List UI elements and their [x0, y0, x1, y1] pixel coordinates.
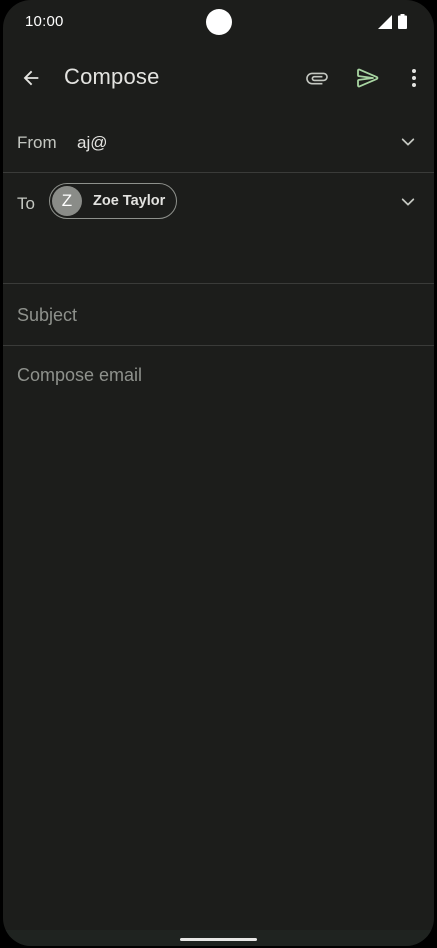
send-button[interactable]	[352, 62, 384, 94]
more-options-button[interactable]	[402, 62, 426, 94]
attach-button[interactable]	[301, 62, 333, 94]
from-address[interactable]: aj@	[77, 133, 108, 153]
more-vert-icon	[412, 69, 416, 87]
avatar: Z	[52, 186, 82, 216]
to-label: To	[17, 194, 35, 213]
chevron-down-icon	[401, 198, 415, 206]
back-arrow-icon	[23, 70, 39, 86]
to-expand-button[interactable]	[394, 188, 422, 216]
page-title: Compose	[64, 64, 160, 89]
home-handle[interactable]	[180, 938, 257, 941]
navigation-bar	[3, 930, 434, 946]
from-label: From	[17, 133, 57, 152]
chevron-down-icon	[401, 138, 415, 146]
phone-screen: 10:00 Compose From aj@ To Z Zoe Taylor S…	[3, 0, 434, 946]
to-field[interactable]: To Z Zoe Taylor	[3, 172, 434, 283]
subject-field	[3, 284, 434, 345]
signal-icon	[378, 15, 392, 29]
from-field[interactable]: From aj@	[3, 112, 434, 172]
app-bar: Compose	[3, 48, 434, 108]
subject-input[interactable]	[17, 302, 417, 328]
back-button[interactable]	[15, 62, 47, 94]
status-bar: 10:00	[3, 0, 434, 44]
recipient-name: Zoe Taylor	[93, 193, 166, 209]
recipient-chip[interactable]: Z Zoe Taylor	[49, 183, 177, 219]
from-expand-button[interactable]	[394, 128, 422, 156]
send-icon	[357, 68, 379, 88]
divider	[3, 345, 434, 346]
status-time: 10:00	[25, 13, 64, 30]
camera-cutout	[206, 9, 232, 35]
compose-body-input[interactable]	[17, 362, 422, 902]
battery-icon	[398, 14, 407, 29]
attach-icon	[306, 72, 328, 85]
